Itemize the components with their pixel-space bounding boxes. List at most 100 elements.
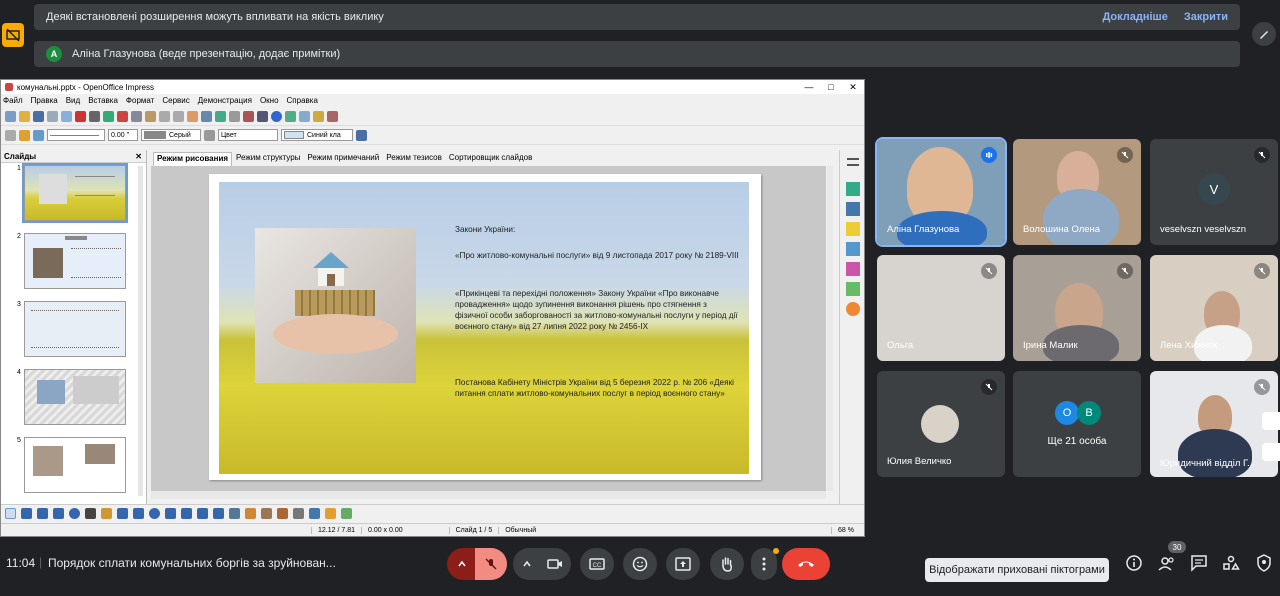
slideshow-icon[interactable]	[327, 110, 338, 122]
tab-notes[interactable]: Режим примечаний	[304, 152, 382, 166]
minimize-icon[interactable]: —	[798, 82, 820, 92]
block-arrows-icon[interactable]	[165, 508, 176, 519]
info-icon[interactable]	[1125, 554, 1143, 572]
chart-icon[interactable]	[187, 110, 198, 122]
mic-toggle-button[interactable]	[475, 548, 507, 580]
slide-thumbnail[interactable]: 4	[1, 367, 146, 435]
participant-tile[interactable]: Юридичний відділ Г...	[1150, 371, 1278, 477]
ellipse-icon[interactable]	[69, 508, 80, 519]
custom-animation-icon[interactable]	[845, 222, 860, 236]
mic-options-button[interactable]	[447, 548, 477, 580]
grid-icon[interactable]	[229, 110, 240, 122]
area-color-select[interactable]: Серый	[141, 129, 201, 141]
menu-tools[interactable]: Сервис	[162, 96, 189, 105]
curve-icon[interactable]	[101, 508, 112, 519]
gallery-toolbar-icon[interactable]	[277, 508, 288, 519]
extrusion-icon[interactable]	[341, 508, 352, 519]
print-icon[interactable]	[89, 110, 100, 122]
cut-icon[interactable]	[117, 110, 128, 122]
participant-tile[interactable]: Аліна Глазунова	[875, 137, 1007, 247]
stars-icon[interactable]	[213, 508, 224, 519]
slide-preview[interactable]	[24, 233, 126, 289]
canvas-horizontal-scrollbar[interactable]	[151, 491, 826, 499]
new-icon[interactable]	[5, 110, 16, 122]
connector-icon[interactable]	[117, 508, 128, 519]
close-icon[interactable]: ✕	[842, 82, 864, 93]
zoom-level[interactable]: 68 %	[831, 527, 860, 534]
activities-icon[interactable]	[1222, 554, 1240, 572]
area-style-icon[interactable]	[204, 129, 215, 141]
properties-icon[interactable]	[845, 182, 860, 196]
details-link[interactable]: Докладніше	[1102, 11, 1167, 23]
help-icon[interactable]	[271, 110, 282, 122]
arrow-icon[interactable]	[37, 508, 48, 519]
basic-shapes-icon[interactable]	[133, 508, 144, 519]
close-pane-icon[interactable]: ✕	[135, 152, 142, 161]
navigator-icon[interactable]	[257, 110, 268, 122]
menu-window[interactable]: Окно	[260, 96, 279, 105]
tab-drawing[interactable]: Режим рисования	[153, 152, 233, 166]
participant-tile[interactable]: Волошина Олена	[1013, 139, 1141, 245]
slide-icon[interactable]	[285, 110, 296, 122]
styles-icon[interactable]	[845, 262, 860, 276]
reactions-button[interactable]	[623, 548, 657, 580]
from-file-icon[interactable]	[261, 508, 272, 519]
slide-preview[interactable]	[22, 163, 128, 223]
tab-handout[interactable]: Режим тезисов	[383, 152, 445, 166]
paste-icon[interactable]	[145, 110, 156, 122]
globe-icon[interactable]	[215, 110, 226, 122]
slide-preview[interactable]	[24, 301, 126, 357]
navigator-panel-icon[interactable]	[845, 302, 860, 316]
arrow-style-icon[interactable]	[33, 129, 44, 141]
camera-toggle-button[interactable]	[539, 548, 571, 580]
save-icon[interactable]	[33, 110, 44, 122]
menu-insert[interactable]: Вставка	[88, 96, 118, 105]
slide-transition-icon[interactable]	[845, 242, 860, 256]
paint-icon[interactable]	[19, 129, 30, 141]
callouts-icon[interactable]	[197, 508, 208, 519]
more-options-button[interactable]	[751, 548, 779, 580]
design-icon[interactable]	[313, 110, 324, 122]
edit-file-icon[interactable]	[61, 110, 72, 122]
undo-icon[interactable]	[159, 110, 170, 122]
current-slide[interactable]: Закони України: «Про житлово-комунальні …	[209, 174, 761, 480]
participant-tile[interactable]: Лена Хижняк	[1150, 255, 1278, 361]
rotate-icon[interactable]	[293, 508, 304, 519]
tab-sorter[interactable]: Сортировщик слайдов	[446, 152, 536, 166]
present-button[interactable]	[666, 548, 700, 580]
slide-thumbnail[interactable]: 1	[1, 163, 146, 231]
line-style-icon[interactable]	[5, 129, 16, 141]
line-style-select[interactable]: ―――――――	[47, 129, 105, 141]
slide-thumbnail[interactable]: 5	[1, 435, 146, 503]
rectangle-icon[interactable]	[53, 508, 64, 519]
camera-options-button[interactable]	[513, 548, 541, 580]
chat-icon[interactable]	[1190, 554, 1208, 572]
annotate-pen-icon[interactable]	[1252, 22, 1276, 46]
canvas-vertical-scrollbar[interactable]	[827, 166, 833, 491]
maximize-icon[interactable]: □	[820, 82, 842, 92]
slide-thumbnail[interactable]: 3	[1, 299, 146, 367]
participant-tile[interactable]: Ірина Малик	[1013, 255, 1141, 361]
symbol-shapes-icon[interactable]	[149, 508, 160, 519]
shadow-icon[interactable]	[356, 129, 367, 141]
fontwork-icon[interactable]	[245, 508, 256, 519]
points-icon[interactable]	[229, 508, 240, 519]
menu-help[interactable]: Справка	[287, 96, 318, 105]
participant-tile[interactable]: Юлия Величко	[877, 371, 1005, 477]
people-icon[interactable]	[1158, 554, 1176, 572]
no-icon[interactable]	[243, 110, 254, 122]
menu-format[interactable]: Формат	[126, 96, 154, 105]
more-participants-tile[interactable]: О В Ще 21 особа	[1013, 371, 1141, 477]
email-icon[interactable]	[47, 110, 58, 122]
assistant-icon[interactable]	[1262, 443, 1280, 461]
spellcheck-icon[interactable]	[103, 110, 114, 122]
redo-icon[interactable]	[173, 110, 184, 122]
presentation-notice-icon[interactable]	[2, 23, 24, 47]
slide-preview[interactable]	[24, 437, 126, 493]
close-link[interactable]: Закрити	[1184, 11, 1228, 23]
fill-color-select[interactable]: Синий кла	[281, 129, 353, 141]
captions-button[interactable]: CC	[580, 548, 614, 580]
menu-icon[interactable]	[846, 158, 859, 166]
select-icon[interactable]	[5, 508, 16, 519]
menu-slideshow[interactable]: Демонстрация	[198, 96, 252, 105]
